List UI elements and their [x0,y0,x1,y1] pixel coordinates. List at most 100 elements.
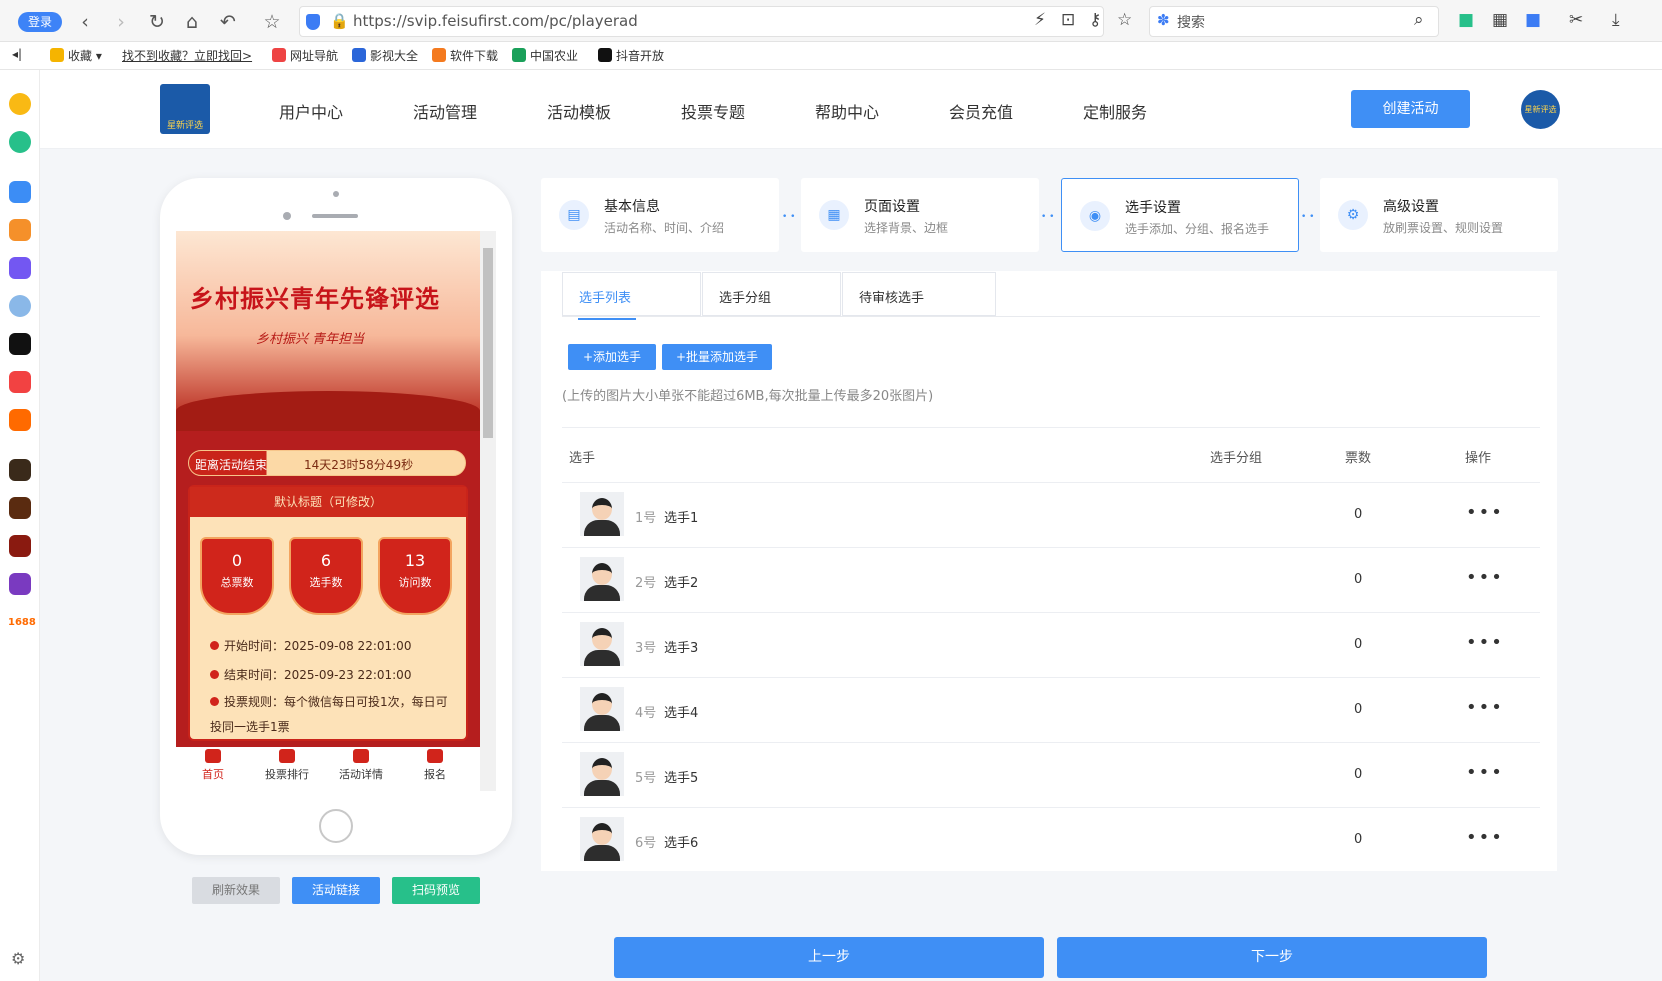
game3-app-icon[interactable] [9,535,31,557]
extension-icon[interactable]: ■ [1458,10,1474,30]
player-number: 6号 [635,836,657,851]
preview-tab-home[interactable]: 首页 [178,749,248,782]
table-header-divider [562,482,1540,483]
undo-icon[interactable]: ↶ [217,11,239,33]
app-1688[interactable]: 1688 [8,617,36,628]
apps-grid-icon[interactable]: ▦ [1492,10,1508,30]
menu-vote-topic[interactable]: 投票专题 [681,99,745,123]
bookmark-recover-link[interactable]: 找不到收藏？立即找回> [122,47,252,64]
bookmark-agri[interactable]: 中国农业 [512,47,578,64]
tab-player-list[interactable]: 选手列表 [562,272,701,316]
site-logo[interactable]: 星新评选 [160,84,210,134]
star-icon[interactable]: ☆ [1117,10,1132,30]
th-actions: 操作 [1465,451,1492,466]
preview-tab-details[interactable]: 活动详情 [326,749,396,782]
preview-tab-signup[interactable]: 报名 [400,749,470,782]
menu-user-center[interactable]: 用户中心 [279,99,343,123]
player-avatar [580,687,624,731]
toolbox-app-icon[interactable] [9,181,31,203]
scan-preview-button[interactable]: 扫码预览 [392,877,480,904]
clock-app-icon[interactable] [9,131,31,153]
table-top-divider [562,427,1540,428]
favorites-icon[interactable]: ☆ [261,11,283,33]
stat-total-votes: 0 总票数 [200,537,274,615]
more-actions-icon[interactable]: ••• [1466,697,1504,718]
tab-player-group[interactable]: 选手分组 [702,272,841,316]
step-page-settings[interactable]: ▦ 页面设置 选择背景、边框 [801,178,1039,252]
player-avatar [580,752,624,796]
details-icon [353,749,369,763]
player-avatar [580,492,624,536]
lightning-icon[interactable]: ⚡ [1034,10,1046,30]
step-player-settings[interactable]: ◉ 选手设置 选手添加、分组、报名选手 [1061,178,1299,252]
step-basic-info[interactable]: ▤ 基本信息 活动名称、时间、介绍 [541,178,779,252]
favorites-app-icon[interactable] [9,93,31,115]
avatar-body [584,650,620,666]
more-actions-icon[interactable]: ••• [1466,502,1504,523]
signup-icon [427,749,443,763]
xiaohongshu-app-icon[interactable] [9,371,31,393]
preview-tab-ranking[interactable]: 投票排行 [252,749,322,782]
phone-sensor [283,212,291,220]
settings-gear-icon[interactable]: ⚙ [11,949,25,968]
back-icon[interactable]: ‹ [74,11,96,33]
create-activity-button[interactable]: 创建活动 [1351,90,1470,128]
magnifier-icon[interactable]: ⌕ [1414,10,1424,30]
forward-icon[interactable]: › [110,11,132,33]
add-player-button[interactable]: +添加选手 [568,344,656,370]
bookmark-douyin[interactable]: 抖音开放 [598,47,664,64]
prev-step-button[interactable]: 上一步 [614,937,1044,978]
step-connector: • • [782,212,796,222]
phone-home-button [319,809,353,843]
bookmark-nav[interactable]: 网址导航 [272,47,338,64]
bookmark-video[interactable]: 影视大全 [352,47,418,64]
taobao-app-icon[interactable] [9,409,31,431]
login-button[interactable]: 登录 [18,12,62,32]
next-step-button[interactable]: 下一步 [1057,937,1487,978]
user-avatar[interactable]: 星新评选 [1521,90,1560,129]
scissors-icon[interactable]: ✂ [1569,10,1583,30]
step-advanced-settings[interactable]: ⚙ 高级设置 放刷票设置、规则设置 [1320,178,1558,252]
url-text[interactable]: https://svip.feisufirst.com/pc/playerad [353,12,638,30]
screenshot-icon[interactable]: ⊡ [1061,10,1075,30]
activity-subtitle: 乡村振兴 青年担当 [256,332,365,347]
more-actions-icon[interactable]: ••• [1466,567,1504,588]
key-icon[interactable]: ⚷ [1089,10,1101,30]
bookmark-favorites[interactable]: 收藏 ▾ [50,47,102,64]
stat-visits: 13 访问数 [378,537,452,615]
menu-activity-manage[interactable]: 活动管理 [413,99,477,123]
tab-pending-review[interactable]: 待审核选手 [842,272,996,316]
avatar-head [592,758,612,780]
menu-member-recharge[interactable]: 会员充值 [949,99,1013,123]
avatar-body [584,520,620,536]
game1-app-icon[interactable] [9,459,31,481]
tools-app-icon[interactable] [9,219,31,241]
game2-app-icon[interactable] [9,497,31,519]
menu-help-center[interactable]: 帮助中心 [815,99,879,123]
row-divider [562,547,1540,548]
sidebar-toggle-icon[interactable]: ◂| [12,47,22,61]
preview-tabbar: 首页 投票排行 活动详情 报名 [176,747,480,791]
document-icon: ▤ [559,200,589,230]
reload-icon[interactable]: ↻ [146,11,168,33]
game-app-icon[interactable] [9,257,31,279]
more-actions-icon[interactable]: ••• [1466,827,1504,848]
menu-custom-service[interactable]: 定制服务 [1083,99,1147,123]
vote-rule-cont: 投同一选手1票 [210,720,290,734]
home-icon[interactable]: ⌂ [181,11,203,33]
avatar-app-icon[interactable] [9,295,31,317]
refresh-preview-button[interactable]: 刷新效果 [192,877,280,904]
active-tab-indicator [578,318,636,320]
phone-screen[interactable]: 乡村振兴青年先锋评选 乡村振兴 青年担当 距离活动结束 14天23时58分49秒… [176,231,496,791]
menu-activity-template[interactable]: 活动模板 [547,99,611,123]
more-actions-icon[interactable]: ••• [1466,762,1504,783]
preview-scroll-thumb[interactable] [483,248,493,438]
batch-add-player-button[interactable]: +批量添加选手 [662,344,772,370]
bookmark-software[interactable]: 软件下载 [432,47,498,64]
activity-link-button[interactable]: 活动链接 [292,877,380,904]
tiktok-app-icon[interactable] [9,333,31,355]
more-actions-icon[interactable]: ••• [1466,632,1504,653]
translate-icon[interactable]: ■ [1525,10,1541,30]
game4-app-icon[interactable] [9,573,31,595]
download-icon[interactable]: ⤓ [1612,10,1620,30]
